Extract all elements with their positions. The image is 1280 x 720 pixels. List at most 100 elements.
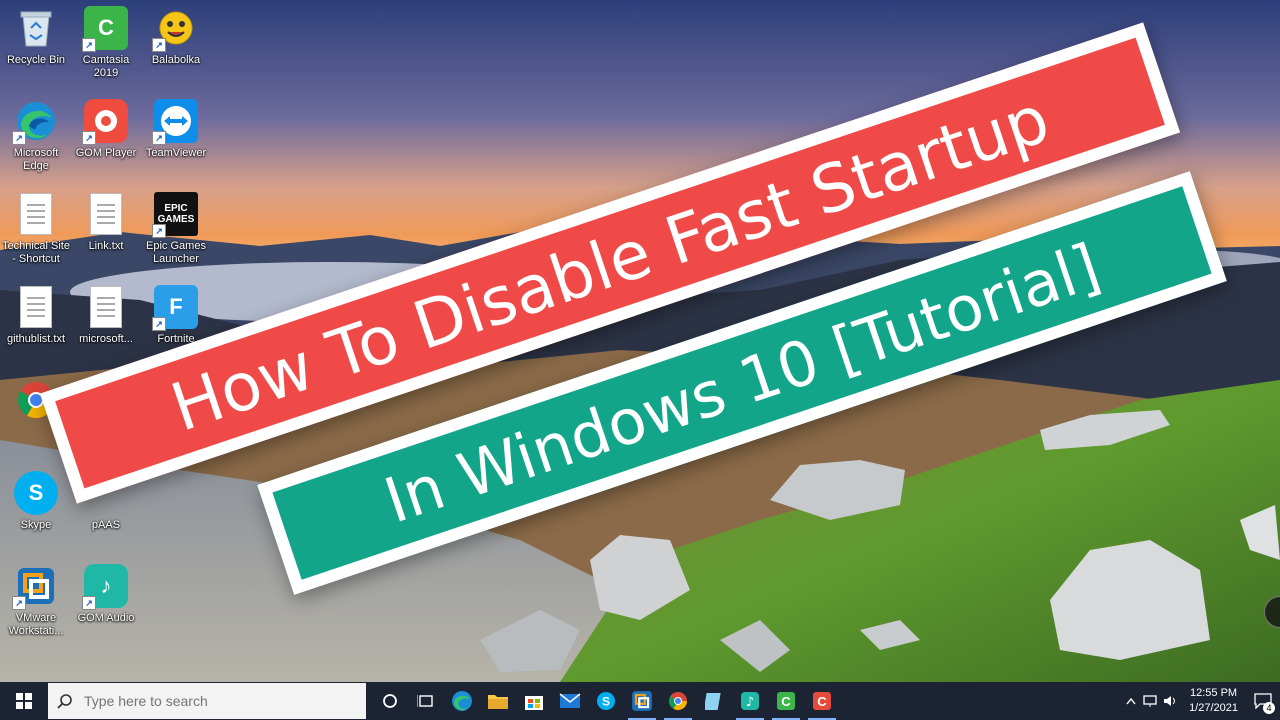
volume-button[interactable] (1161, 682, 1181, 720)
taskbar-search[interactable] (48, 683, 366, 719)
gom-player-desktop-icon[interactable]: ↗ GOM Player (70, 93, 142, 160)
shortcut-arrow-icon: ↗ (82, 38, 96, 52)
recycle-bin-icon[interactable]: Recycle Bin (0, 0, 72, 67)
task-view-icon (417, 695, 433, 707)
desktop-icon-label: Link.txt (88, 240, 124, 252)
notification-count-badge: 4 (1263, 702, 1275, 714)
epic-logo-text: EPIC GAMES (157, 203, 195, 225)
clock-time: 12:55 PM (1189, 687, 1238, 699)
balabolka-desktop-icon[interactable]: ↗ Balabolka (140, 0, 212, 67)
svg-text:S: S (602, 695, 610, 709)
edge-icon (452, 691, 472, 711)
gom-audio-desktop-icon[interactable]: ♪ ↗ GOM Audio (70, 558, 142, 625)
taskbar-mail[interactable] (552, 682, 588, 720)
shortcut-arrow-icon: ↗ (82, 596, 96, 610)
search-icon (48, 693, 82, 709)
vmware-icon (632, 691, 652, 711)
chrome-icon (668, 692, 687, 711)
camtasia-recorder-icon: C (813, 692, 831, 710)
taskbar: S ♪ C C 12:55 PM 1/27/2021 4 (0, 682, 1280, 720)
shortcut-arrow-icon: ↗ (12, 596, 26, 610)
svg-text:♪: ♪ (746, 695, 754, 710)
shortcut-arrow-icon: ↗ (152, 38, 166, 52)
technical-site-shortcut-icon[interactable]: Technical Site - Shortcut (0, 186, 72, 266)
desktop-icon-label: Microsoft Edge (13, 147, 59, 172)
fortnite-desktop-icon[interactable]: F ↗ Fortnite (140, 279, 212, 346)
document-icon (14, 192, 58, 236)
link-txt-icon[interactable]: Link.txt (70, 186, 142, 253)
taskbar-clock[interactable]: 12:55 PM 1/27/2021 (1181, 686, 1246, 716)
desktop-icon-label: microsoft... (79, 333, 133, 345)
githublist-txt-icon[interactable]: githublist.txt (0, 279, 72, 346)
desktop-icon-label: githublist.txt (6, 333, 66, 345)
gom-audio-icon: ♪ ↗ (82, 564, 128, 610)
taskbar-gom-audio[interactable]: ♪ (732, 682, 768, 720)
desktop-icon-label: pAAS (91, 519, 121, 531)
desktop-icon-label: GOM Audio (77, 612, 135, 624)
vmware-icon: ↗ (12, 564, 58, 610)
microsoft-edge-desktop-icon[interactable]: ↗ Microsoft Edge (0, 93, 72, 173)
skype-desktop-icon[interactable]: S Skype (0, 465, 72, 532)
taskbar-store[interactable] (516, 682, 552, 720)
skype-icon: S (597, 692, 615, 710)
notepad-icon (705, 693, 721, 710)
svg-text:C: C (817, 694, 827, 709)
gom-player-icon: ↗ (82, 99, 128, 145)
action-center-button[interactable]: 4 (1246, 682, 1280, 720)
gom-audio-icon: ♪ (741, 692, 759, 710)
store-icon (525, 696, 543, 710)
cortana-button[interactable] (372, 682, 408, 720)
shortcut-arrow-icon: ↗ (152, 224, 166, 238)
windows-logo-icon (16, 693, 32, 709)
speaker-icon (1164, 696, 1176, 706)
fortnite-icon: F ↗ (152, 285, 198, 331)
epic-games-launcher-icon[interactable]: EPIC GAMES ↗ Epic Games Launcher (140, 186, 212, 266)
network-icon (1143, 695, 1157, 707)
network-button[interactable] (1141, 682, 1161, 720)
taskbar-edge[interactable] (444, 682, 480, 720)
text-file-icon (14, 285, 58, 329)
camtasia-icon: C (777, 692, 795, 710)
desktop-icon-label: Camtasia 2019 (82, 54, 130, 79)
text-file-icon (84, 192, 128, 236)
taskbar-camtasia-recorder[interactable]: C (804, 682, 840, 720)
desktop-icon-label: TeamViewer (145, 147, 207, 159)
camtasia-desktop-icon[interactable]: C ↗ Camtasia 2019 (70, 0, 142, 80)
folder-icon (488, 695, 508, 709)
chevron-up-icon (1126, 697, 1136, 705)
text-file-icon (84, 285, 128, 329)
vmware-workstation-icon[interactable]: ↗ VMware Workstati... (0, 558, 72, 638)
taskbar-file-explorer[interactable] (480, 682, 516, 720)
desktop-icon-label: Balabolka (151, 54, 201, 66)
teamviewer-icon: ↗ (152, 99, 198, 145)
microsoft-file-icon[interactable]: microsoft... (70, 279, 142, 346)
clock-date: 1/27/2021 (1189, 702, 1238, 714)
cortana-icon (383, 694, 397, 708)
taskbar-notepad[interactable] (696, 682, 732, 720)
desktop-icon-label: Technical Site - Shortcut (2, 240, 70, 265)
shortcut-arrow-icon: ↗ (82, 131, 96, 145)
taskbar-chrome[interactable] (660, 682, 696, 720)
edge-icon: ↗ (12, 99, 58, 145)
desktop-icon-label: Epic Games Launcher (146, 240, 206, 265)
taskbar-camtasia[interactable]: C (768, 682, 804, 720)
taskbar-skype[interactable]: S (588, 682, 624, 720)
desktop-icon-label: VMware Workstati... (8, 612, 64, 637)
trash-icon (14, 6, 58, 50)
task-view-button[interactable] (408, 682, 444, 720)
search-input[interactable] (82, 692, 346, 710)
shortcut-arrow-icon: ↗ (152, 131, 166, 145)
desktop-icon-label: Skype (20, 519, 52, 531)
shortcut-arrow-icon: ↗ (152, 317, 166, 331)
mail-icon (559, 693, 581, 708)
teamviewer-desktop-icon[interactable]: ↗ TeamViewer (140, 93, 212, 160)
start-button[interactable] (0, 682, 48, 720)
svg-text:C: C (781, 694, 791, 709)
epic-games-logo-icon: EPIC GAMES ↗ (152, 192, 198, 238)
system-tray: 12:55 PM 1/27/2021 4 (1121, 682, 1280, 720)
taskbar-vmware[interactable] (624, 682, 660, 720)
camtasia-icon: C ↗ (82, 6, 128, 52)
desktop-icon-label: GOM Player (75, 147, 137, 159)
show-hidden-icons-button[interactable] (1121, 682, 1141, 720)
balabolka-icon: ↗ (152, 6, 198, 52)
